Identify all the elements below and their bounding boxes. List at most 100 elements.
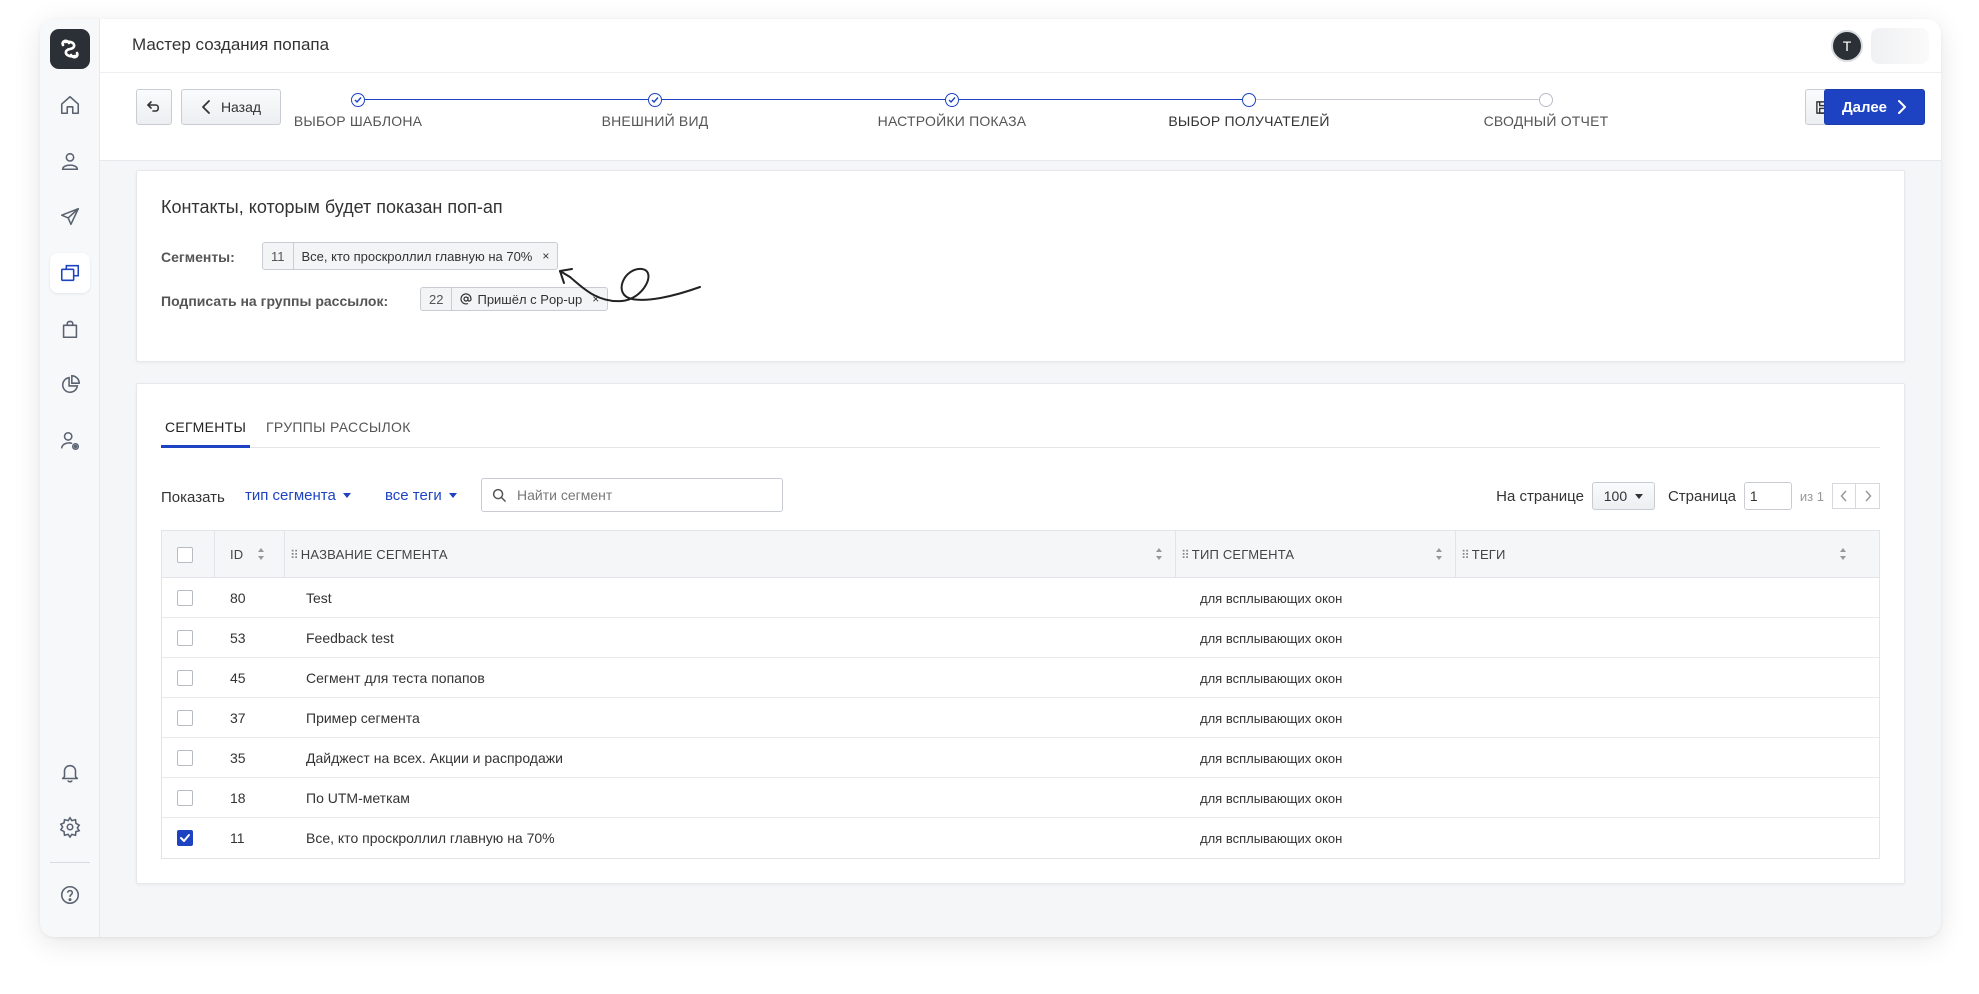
at-sign-icon <box>460 293 473 305</box>
groups-label: Подписать на группы рассылок: <box>161 293 389 309</box>
step-3-dot[interactable] <box>945 93 959 107</box>
sort-icon[interactable] <box>1155 547 1163 561</box>
wizard-steps: ВЫБОР ШАБЛОНА ВНЕШНИЙ ВИД НАСТРОЙКИ ПОКА… <box>294 93 1608 133</box>
row-checkbox[interactable] <box>177 790 193 806</box>
back-button[interactable]: Назад <box>181 89 281 125</box>
search-box <box>481 478 783 512</box>
column-divider <box>284 531 285 578</box>
row-id: 35 <box>230 750 246 766</box>
next-button-label: Далее <box>1841 98 1888 116</box>
chevron-right-icon <box>1864 490 1872 502</box>
page-input[interactable] <box>1743 482 1792 510</box>
column-header-name[interactable]: ⠿ НАЗВАНИЕ СЕГМЕНТА <box>290 531 448 578</box>
sort-icon[interactable] <box>1839 547 1847 561</box>
send-icon <box>60 207 80 226</box>
tags-dropdown[interactable]: все теги <box>385 487 457 504</box>
column-header-id[interactable]: ID <box>230 531 243 578</box>
sidebar-item-home[interactable] <box>50 85 90 125</box>
tab-segments[interactable]: СЕГМЕНТЫ <box>161 414 251 448</box>
row-checkbox[interactable] <box>177 750 193 766</box>
user-icon <box>61 152 79 171</box>
step-1-dot[interactable] <box>351 93 365 107</box>
row-checkbox[interactable] <box>177 710 193 726</box>
column-header-type[interactable]: ⠿ ТИП СЕГМЕНТА <box>1181 531 1294 578</box>
drag-handle-icon[interactable]: ⠿ <box>1461 548 1470 562</box>
drag-handle-icon[interactable]: ⠿ <box>290 548 299 562</box>
sort-icon[interactable] <box>1435 547 1443 561</box>
select-all-checkbox[interactable] <box>177 546 193 563</box>
undo-button[interactable] <box>136 89 172 125</box>
column-header-tags[interactable]: ⠿ ТЕГИ <box>1461 531 1506 578</box>
next-page-button[interactable] <box>1856 483 1880 509</box>
step-3-label[interactable]: НАСТРОЙКИ ПОКАЗА <box>878 113 1027 129</box>
row-type: для всплывающих окон <box>1200 750 1343 766</box>
sidebar-item-settings[interactable] <box>50 807 90 847</box>
row-id: 37 <box>230 710 246 726</box>
wizard-bar: Назад ВЫБОР ШАБЛОНА ВНЕШНИЙ ВИД НАСТРОЙК… <box>100 73 1941 161</box>
step-5-dot[interactable] <box>1539 93 1553 107</box>
step-4-label[interactable]: ВЫБОР ПОЛУЧАТЕЛЕЙ <box>1168 113 1329 129</box>
row-type: для всплывающих окон <box>1200 590 1343 606</box>
row-checkbox[interactable] <box>177 670 193 686</box>
app-logo[interactable] <box>50 29 90 69</box>
step-2-dot[interactable] <box>648 93 662 107</box>
prev-page-button[interactable] <box>1832 483 1856 509</box>
table-row[interactable]: 80 Test для всплывающих окон <box>162 578 1879 618</box>
recipients-title: Контакты, которым будет показан поп-ап <box>161 197 503 217</box>
header-checkbox-cell <box>177 531 193 578</box>
table-row[interactable]: 11 Все, кто проскроллил главную на 70% д… <box>162 818 1879 858</box>
home-icon <box>60 95 80 115</box>
recipients-card: Контакты, которым будет показан поп-ап С… <box>136 170 1905 362</box>
next-button[interactable]: Далее <box>1824 89 1925 125</box>
drag-handle-icon[interactable]: ⠿ <box>1181 548 1190 562</box>
step-2-label[interactable]: ВНЕШНИЙ ВИД <box>602 113 709 129</box>
row-checkbox[interactable] <box>177 590 193 606</box>
step-4-dot[interactable] <box>1242 93 1256 107</box>
app-window: Мастер создания попапа T Назад ВЫБОР ШАБ… <box>40 19 1941 937</box>
undo-icon <box>147 101 160 112</box>
help-icon <box>60 885 80 905</box>
page-title: Мастер создания попапа <box>132 35 330 54</box>
table-row[interactable]: 37 Пример сегмента для всплывающих окон <box>162 698 1879 738</box>
sidebar-item-campaigns[interactable] <box>50 197 90 237</box>
steps-progress-line <box>358 99 1249 100</box>
sidebar-item-shop[interactable] <box>50 309 90 349</box>
row-id: 18 <box>230 790 246 806</box>
avatar[interactable]: T <box>1831 30 1863 62</box>
step-5-label[interactable]: СВОДНЫЙ ОТЧЕТ <box>1484 113 1609 129</box>
row-name: Сегмент для теста попапов <box>306 670 485 686</box>
check-icon <box>180 834 190 842</box>
sidebar-item-popups[interactable] <box>50 253 90 293</box>
row-name: Дайджест на всех. Акции и распродажи <box>306 750 563 766</box>
table-row[interactable]: 18 По UTM-меткам для всплывающих окон <box>162 778 1879 818</box>
row-checkbox[interactable] <box>177 630 193 646</box>
row-name: Пример сегмента <box>306 710 420 726</box>
per-page-label: На странице <box>1496 487 1584 505</box>
tab-mailing-groups[interactable]: ГРУППЫ РАССЫЛОК <box>266 414 411 448</box>
sort-icon[interactable] <box>257 547 265 561</box>
pagination: На странице 100 Страница из 1 <box>1496 482 1880 510</box>
account-name-blurred[interactable] <box>1871 28 1929 64</box>
column-id-label: ID <box>230 547 244 562</box>
segment-type-dropdown[interactable]: тип сегмента <box>245 487 351 504</box>
sidebar-item-users[interactable] <box>50 421 90 461</box>
row-checkbox-checked[interactable] <box>177 830 193 846</box>
search-input[interactable] <box>517 487 767 503</box>
row-type: для всплывающих окон <box>1200 790 1343 806</box>
table-row[interactable]: 35 Дайджест на всех. Акции и распродажи … <box>162 738 1879 778</box>
table-row[interactable]: 53 Feedback test для всплывающих окон <box>162 618 1879 658</box>
sidebar-item-analytics[interactable] <box>50 365 90 405</box>
sidebar-item-notifications[interactable] <box>50 753 90 793</box>
per-page-select[interactable]: 100 <box>1591 482 1655 510</box>
row-id: 53 <box>230 630 246 646</box>
group-tag-id: 22 <box>421 288 453 310</box>
step-1-label[interactable]: ВЫБОР ШАБЛОНА <box>294 113 422 129</box>
per-page-value: 100 <box>1603 488 1628 504</box>
row-id: 11 <box>230 830 245 846</box>
table-row[interactable]: 45 Сегмент для теста попапов для всплыва… <box>162 658 1879 698</box>
sidebar-item-help[interactable] <box>50 875 90 915</box>
sidebar-item-contacts[interactable] <box>50 141 90 181</box>
selected-segment-tag: 11 Все, кто проскроллил главную на 70% × <box>262 242 559 270</box>
segments-label: Сегменты: <box>161 249 235 265</box>
user-settings-icon <box>60 431 80 451</box>
